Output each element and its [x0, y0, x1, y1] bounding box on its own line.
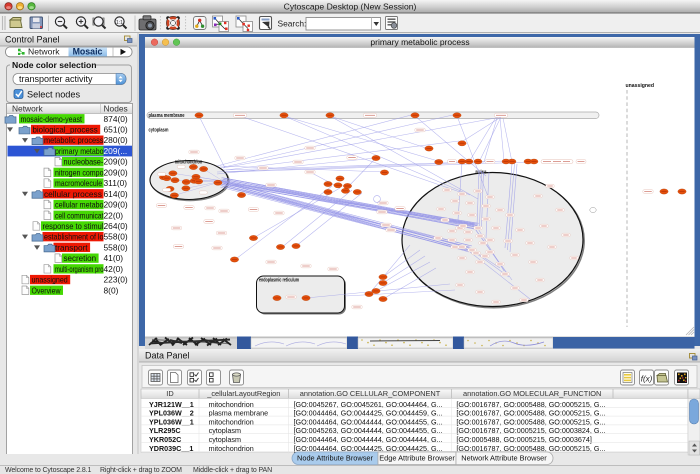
svg-text:Node color selection: Node color selection [12, 60, 97, 70]
svg-text:transporter activity: transporter activity [19, 74, 93, 84]
svg-text:Cytoscape Desktop (New Session: Cytoscape Desktop (New Session) [284, 1, 417, 11]
svg-text:Data Panel: Data Panel [145, 351, 190, 361]
svg-text:651(0): 651(0) [104, 125, 128, 135]
svg-text:metabolic process: metabolic process [44, 135, 104, 145]
svg-text:Select nodes: Select nodes [27, 90, 81, 100]
svg-text:mosaic-demo-yeast: mosaic-demo-yeast [21, 114, 83, 124]
svg-text:endoplasmic reticulum: endoplasmic reticulum [259, 277, 299, 283]
svg-text:Overview: Overview [32, 285, 62, 295]
svg-text:223(0): 223(0) [104, 275, 128, 285]
svg-text:209(...: 209(... [104, 146, 128, 156]
svg-text:264(0): 264(0) [104, 221, 128, 231]
svg-text:nitrogen compo: nitrogen compo [55, 167, 104, 177]
svg-text:311(0): 311(0) [104, 178, 128, 188]
svg-text:Search:: Search: [278, 19, 307, 29]
svg-text:614(0): 614(0) [104, 189, 128, 199]
svg-text:cytoplasm: cytoplasm [149, 128, 169, 134]
svg-text:primary metabolic process: primary metabolic process [370, 37, 469, 47]
svg-text:Mosaic: Mosaic [73, 46, 103, 56]
svg-text:Nodes: Nodes [104, 103, 128, 113]
svg-text:ID: ID [166, 389, 173, 398]
svg-text:Control Panel: Control Panel [5, 35, 60, 45]
svg-text:209(0): 209(0) [104, 200, 128, 210]
svg-text:280(0): 280(0) [104, 135, 128, 145]
svg-text:f(x): f(x) [641, 375, 653, 384]
svg-text:cellular process: cellular process [44, 189, 102, 199]
svg-text:41(0): 41(0) [104, 253, 124, 263]
svg-text:8(0): 8(0) [104, 285, 119, 295]
svg-text:Network Attribute Browser: Network Attribute Browser [461, 454, 547, 463]
svg-text:nucleobase-: nucleobase- [64, 157, 104, 167]
svg-text:nucleus: nucleus [476, 169, 487, 175]
svg-text:primary metabo: primary metabo [55, 146, 104, 156]
svg-text:1:1: 1:1 [116, 20, 123, 26]
svg-text:transport: transport [55, 242, 88, 252]
svg-text:annotation.GO MOLECULAR_FUNCTI: annotation.GO MOLECULAR_FUNCTION [463, 389, 601, 398]
svg-text:multi-organism pro: multi-organism pro [55, 264, 104, 274]
svg-text:response to stimul: response to stimul [43, 221, 104, 231]
svg-text:_cellularLayoutRegion: _cellularLayoutRegion [206, 389, 280, 398]
svg-text:cellular metabo: cellular metabo [55, 200, 104, 210]
svg-text:874(0): 874(0) [104, 114, 128, 124]
svg-text:secretion: secretion [64, 253, 97, 263]
svg-text:Network: Network [12, 103, 44, 113]
svg-text:macromolecule: macromolecule [55, 178, 102, 188]
svg-text:biological_process: biological_process [33, 125, 98, 135]
svg-text:209(0): 209(0) [104, 167, 128, 177]
svg-text:plasma membrane: plasma membrane [149, 113, 185, 119]
svg-text:cell communicat: cell communicat [55, 210, 104, 220]
svg-text:42(0): 42(0) [104, 264, 124, 274]
svg-text:annotation.GO CELLULAR_COMPONE: annotation.GO CELLULAR_COMPONENT [300, 389, 441, 398]
svg-text:unassigned: unassigned [626, 83, 655, 89]
svg-text:209(0): 209(0) [104, 157, 128, 167]
svg-text:Node Attribute Browser: Node Attribute Browser [297, 454, 374, 463]
svg-text:unassigned: unassigned [32, 275, 68, 285]
svg-text:558(0): 558(0) [104, 242, 128, 252]
svg-text:Network: Network [28, 46, 60, 56]
svg-text:22(0): 22(0) [104, 210, 124, 220]
svg-text:establishment of lo: establishment of lo [44, 232, 104, 242]
svg-text:Edge Attribute Browser: Edge Attribute Browser [379, 454, 455, 463]
svg-text:mitochondrion: mitochondrion [175, 159, 203, 165]
svg-text:558(0): 558(0) [104, 232, 128, 242]
